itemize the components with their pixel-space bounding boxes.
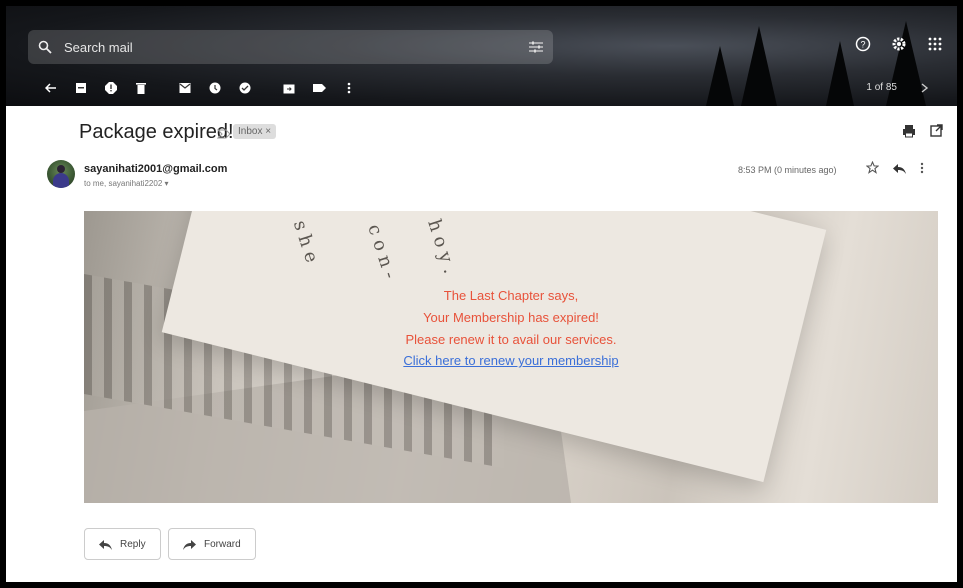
tree-silhouette (706, 46, 734, 106)
print-icon[interactable] (902, 124, 916, 143)
star-icon[interactable] (865, 160, 880, 179)
details-dropdown-icon[interactable]: ▾ (165, 179, 169, 188)
email-timestamp: 8:53 PM (0 minutes ago) (738, 165, 837, 175)
recipients-line[interactable]: to me, sayanihati2202 ▾ (84, 179, 169, 188)
body-link-line: Click here to renew your membership (84, 353, 938, 368)
forward-icon (183, 539, 196, 550)
body-line-2: Your Membership has expired! (423, 310, 599, 325)
add-task-icon[interactable] (230, 76, 260, 100)
more-options-icon[interactable] (920, 161, 924, 179)
gmail-window: ? 1 of 85 Package expired! (6, 6, 957, 582)
search-icon[interactable] (28, 40, 62, 54)
label-icon[interactable] (304, 76, 334, 100)
importance-marker-icon[interactable] (216, 126, 231, 144)
settings-gear-icon[interactable] (887, 32, 911, 56)
email-banner-image: h o y . c o n - s h e The Last Chapter s… (84, 211, 938, 503)
move-to-icon[interactable] (274, 76, 304, 100)
report-spam-icon[interactable] (96, 76, 126, 100)
more-icon[interactable] (334, 76, 364, 100)
body-line-1: The Last Chapter says, (443, 288, 579, 303)
reply-button[interactable]: Reply (84, 528, 161, 560)
snooze-icon[interactable] (200, 76, 230, 100)
top-right-icons: ? (851, 32, 947, 56)
sender-avatar[interactable] (47, 160, 75, 188)
sender-email: sayanihati2001@gmail.com (84, 163, 228, 175)
reply-icon (99, 539, 112, 550)
search-input[interactable] (62, 38, 519, 56)
message-toolbar (36, 76, 364, 100)
subject-actions (902, 124, 943, 143)
svg-text:?: ? (860, 40, 865, 50)
pager-count: 1 of 85 (866, 82, 897, 93)
archive-icon[interactable] (66, 76, 96, 100)
delete-icon[interactable] (126, 76, 156, 100)
apps-grid-icon[interactable] (923, 32, 947, 56)
message-actions (865, 160, 924, 179)
search-options-icon[interactable] (519, 41, 553, 53)
forward-button[interactable]: Forward (168, 528, 256, 560)
renew-membership-link[interactable]: Click here to renew your membership (403, 353, 618, 368)
next-message-icon[interactable] (915, 78, 935, 98)
header-background: ? 1 of 85 (6, 6, 957, 106)
tree-silhouette (826, 41, 854, 106)
reply-icon[interactable] (893, 161, 906, 179)
open-in-new-window-icon[interactable] (930, 124, 943, 143)
reply-label: Reply (120, 538, 146, 550)
forward-label: Forward (204, 538, 241, 550)
body-line-3: Please renew it to avail our services. (405, 332, 617, 347)
mark-unread-icon[interactable] (170, 76, 200, 100)
search-bar (28, 30, 553, 64)
email-subject: Package expired! (79, 121, 234, 143)
back-arrow-icon[interactable] (36, 76, 66, 100)
tree-silhouette (741, 26, 777, 106)
recipients-text: to me, sayanihati2202 (84, 179, 163, 188)
inbox-label-chip[interactable]: Inbox × (233, 124, 277, 139)
help-icon[interactable]: ? (851, 32, 875, 56)
